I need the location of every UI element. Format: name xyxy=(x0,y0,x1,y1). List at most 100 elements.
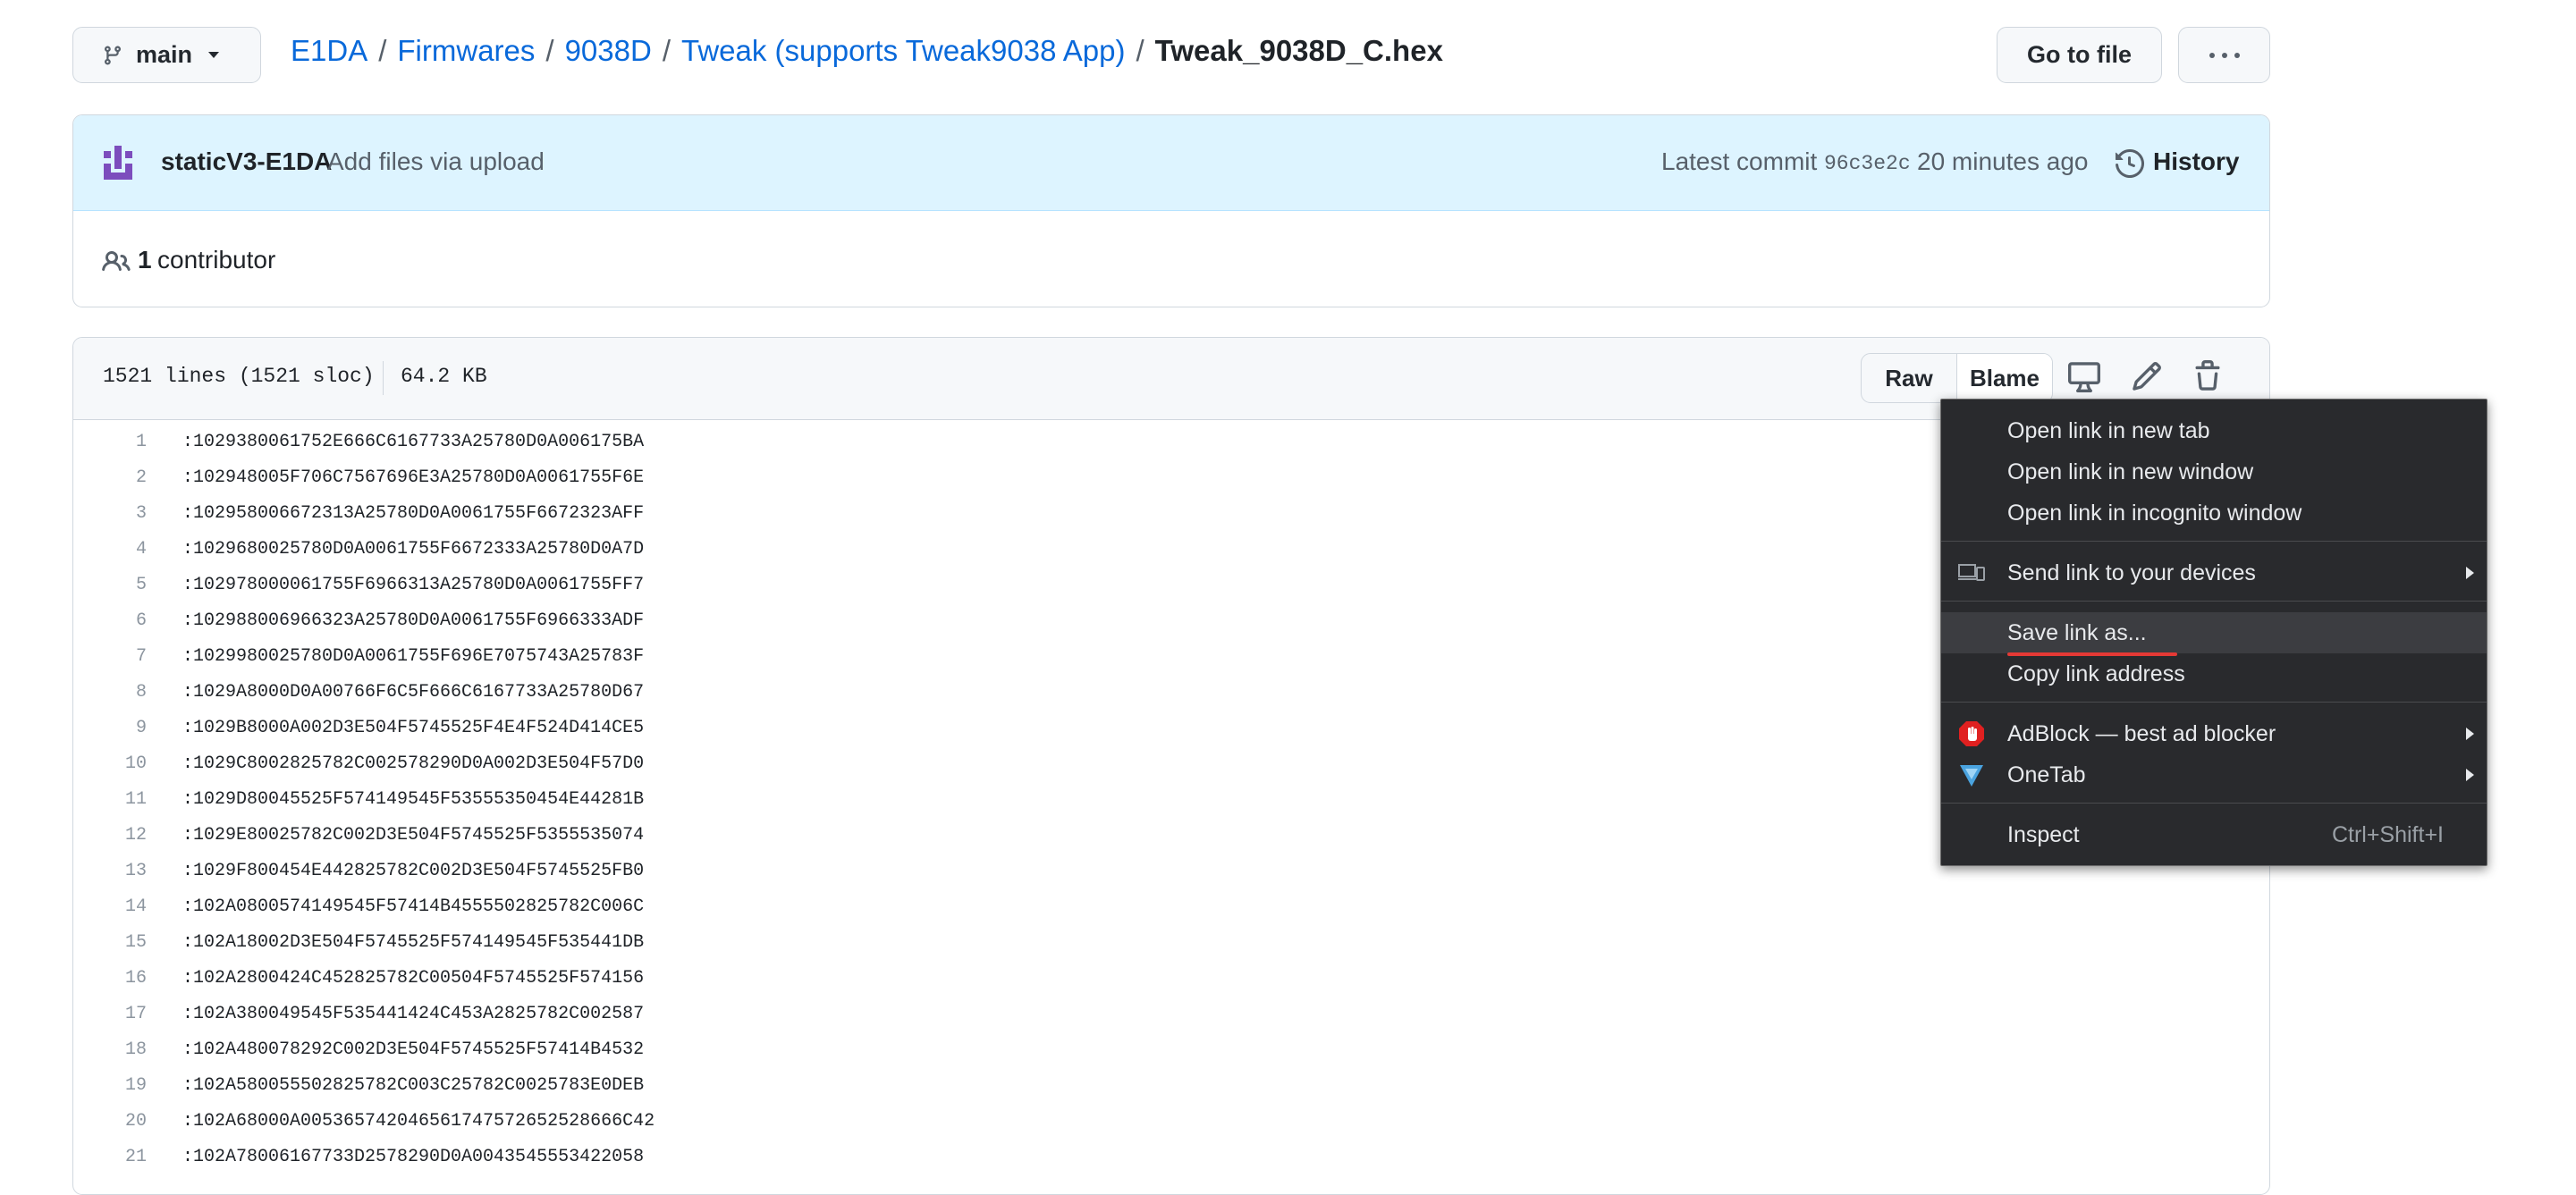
line-number[interactable]: 20 xyxy=(73,1111,147,1132)
line-number[interactable]: 15 xyxy=(73,932,147,953)
line-number[interactable]: 1 xyxy=(73,432,147,452)
line-number[interactable]: 12 xyxy=(73,825,147,846)
line-content: :1029C8002825782C002578290D0A002D3E504F5… xyxy=(182,753,645,774)
code-line: 14 :102A0800574149545F57414B4555502825782… xyxy=(73,888,2269,924)
line-content: :1029980025780D0A0061755F696E7075743A257… xyxy=(182,645,645,667)
line-content: :1029E80025782C002D3E504F5745525F5355535… xyxy=(182,824,645,846)
code-line: 16 :102A2800424C452825782C00504F5745525F5… xyxy=(73,960,2269,996)
line-number[interactable]: 9 xyxy=(73,718,147,738)
menu-item-label: OneTab xyxy=(2007,762,2086,787)
line-content: :1029380061752E666C6167733A25780D0A00617… xyxy=(182,431,645,452)
breadcrumb: E1DA / Firmwares / 9038D / Tweak (suppor… xyxy=(291,30,1443,72)
line-content: :102A380049545F535441424C453A2825782C002… xyxy=(182,1003,645,1024)
chevron-down-icon xyxy=(208,52,220,58)
menu-separator xyxy=(1941,541,2487,542)
code-line: 19:102A580055502825782C003C25782C0025783… xyxy=(73,1067,2269,1103)
breadcrumb-link-repo[interactable]: E1DA xyxy=(291,34,367,68)
line-number[interactable]: 6 xyxy=(73,610,147,631)
menu-item-inspect[interactable]: Inspect Ctrl+Shift+I xyxy=(1941,814,2487,855)
raw-blame-button-group: Raw Blame xyxy=(1861,353,2053,403)
breadcrumb-current-file: Tweak_9038D_C.hex xyxy=(1154,34,1443,67)
desktop-icon[interactable] xyxy=(2068,360,2100,392)
avatar[interactable] xyxy=(100,146,136,181)
menu-item-onetab[interactable]: OneTab xyxy=(1941,754,2487,795)
contributor-label[interactable]: contributor xyxy=(157,246,275,274)
breadcrumb-link-firmwares[interactable]: Firmwares xyxy=(397,34,535,68)
breadcrumb-link-9038d[interactable]: 9038D xyxy=(565,34,652,68)
line-number[interactable]: 2 xyxy=(73,467,147,488)
line-content: :1029F800454E442825782C002D3E504F5745525… xyxy=(182,860,645,881)
menu-separator xyxy=(1941,803,2487,804)
menu-separator xyxy=(1941,601,2487,602)
line-number[interactable]: 16 xyxy=(73,968,147,989)
line-number[interactable]: 18 xyxy=(73,1039,147,1060)
file-size: 64.2 KB xyxy=(401,365,487,388)
line-number[interactable]: 13 xyxy=(73,861,147,881)
line-content: :102978000061755F6966313A25780D0A0061755… xyxy=(182,574,645,595)
raw-button[interactable]: Raw xyxy=(1862,354,1956,402)
line-number[interactable]: 8 xyxy=(73,682,147,703)
line-number[interactable]: 10 xyxy=(73,753,147,774)
menu-item-adblock[interactable]: AdBlock — best ad blocker xyxy=(1941,713,2487,754)
menu-item-copy-link-address[interactable]: Copy link address xyxy=(1941,653,2487,694)
contributor-count[interactable]: 1 xyxy=(138,246,152,274)
line-content: :102A18002D3E504F5745525F574149545F53544… xyxy=(182,931,645,953)
line-number[interactable]: 7 xyxy=(73,646,147,667)
breadcrumb-link-tweak[interactable]: Tweak (supports Tweak9038 App) xyxy=(681,34,1126,68)
menu-item-open-new-window[interactable]: Open link in new window xyxy=(1941,451,2487,492)
code-line: 17 :102A380049545F535441424C453A2825782C0… xyxy=(73,996,2269,1031)
code-line: 15 :102A18002D3E504F5745525F574149545F535… xyxy=(73,924,2269,960)
history-link[interactable]: History xyxy=(2153,147,2239,176)
menu-item-shortcut: Ctrl+Shift+I xyxy=(2331,821,2444,847)
commit-sha[interactable]: 96c3e2c xyxy=(1824,152,1911,175)
menu-item-send-to-devices[interactable]: Send link to your devices xyxy=(1941,552,2487,593)
line-content: :1029D80045525F574149545F53555350454E442… xyxy=(182,788,645,810)
more-options-button[interactable] xyxy=(2178,27,2270,83)
blame-button[interactable]: Blame xyxy=(1956,354,2052,402)
line-content: :102A0800574149545F57414B4555502825782C0… xyxy=(182,896,645,917)
pencil-icon[interactable] xyxy=(2131,360,2163,392)
branch-selector-button[interactable]: main xyxy=(72,27,261,83)
line-content: :102A2800424C452825782C00504F5745525F574… xyxy=(182,967,645,989)
latest-commit-label: Latest commit xyxy=(1661,147,1818,175)
menu-item-open-incognito[interactable]: Open link in incognito window xyxy=(1941,492,2487,534)
line-content: :102958006672313A25780D0A0061755F6672323… xyxy=(182,502,645,524)
line-number[interactable]: 17 xyxy=(73,1004,147,1024)
commit-message[interactable]: Add files via upload xyxy=(327,147,545,176)
line-content: :1029A8000D0A00766F6C5F666C6167733A25780… xyxy=(182,681,645,703)
line-content: :102948005F706C7567696E3A25780D0A0061755… xyxy=(182,467,645,488)
go-to-file-button[interactable]: Go to file xyxy=(1997,27,2162,83)
context-menu: Open link in new tab Open link in new wi… xyxy=(1940,399,2487,866)
menu-item-label: Save link as... xyxy=(2007,619,2147,645)
line-number[interactable]: 19 xyxy=(73,1075,147,1096)
line-number[interactable]: 5 xyxy=(73,575,147,595)
breadcrumb-separator: / xyxy=(662,34,671,67)
menu-item-open-new-tab[interactable]: Open link in new tab xyxy=(1941,410,2487,451)
breadcrumb-separator: / xyxy=(1136,34,1144,67)
menu-item-label: Open link in new window xyxy=(2007,459,2254,484)
line-number[interactable]: 14 xyxy=(73,896,147,917)
line-number[interactable]: 4 xyxy=(73,539,147,560)
devices-icon xyxy=(1957,559,1986,587)
code-line: 18:102A480078292C002D3E504F5745525F57414… xyxy=(73,1031,2269,1067)
branch-label: main xyxy=(136,41,193,68)
git-branch-icon xyxy=(104,46,121,65)
menu-item-label: Send link to your devices xyxy=(2007,560,2256,585)
history-icon[interactable] xyxy=(2116,149,2144,178)
line-number[interactable]: 21 xyxy=(73,1147,147,1167)
onetab-funnel-icon xyxy=(1957,761,1986,789)
line-number[interactable]: 3 xyxy=(73,503,147,524)
trash-icon[interactable] xyxy=(2192,360,2224,392)
menu-separator xyxy=(1941,702,2487,703)
line-number[interactable]: 11 xyxy=(73,789,147,810)
menu-item-label: Inspect xyxy=(2007,821,2080,847)
divider xyxy=(383,361,384,395)
commit-author[interactable]: staticV3-E1DA xyxy=(161,147,332,176)
adblock-hand-icon xyxy=(1957,720,1986,748)
kebab-horizontal-icon xyxy=(2209,52,2240,58)
menu-item-label: AdBlock — best ad blocker xyxy=(2007,720,2276,746)
submenu-arrow-icon xyxy=(2466,769,2474,781)
menu-item-save-link-as[interactable]: Save link as... xyxy=(1941,612,2487,653)
line-content: :102A78006167733D2578290D0A0043545553422… xyxy=(182,1146,645,1167)
latest-commit-box: staticV3-E1DA Add files via upload Lates… xyxy=(72,114,2270,307)
